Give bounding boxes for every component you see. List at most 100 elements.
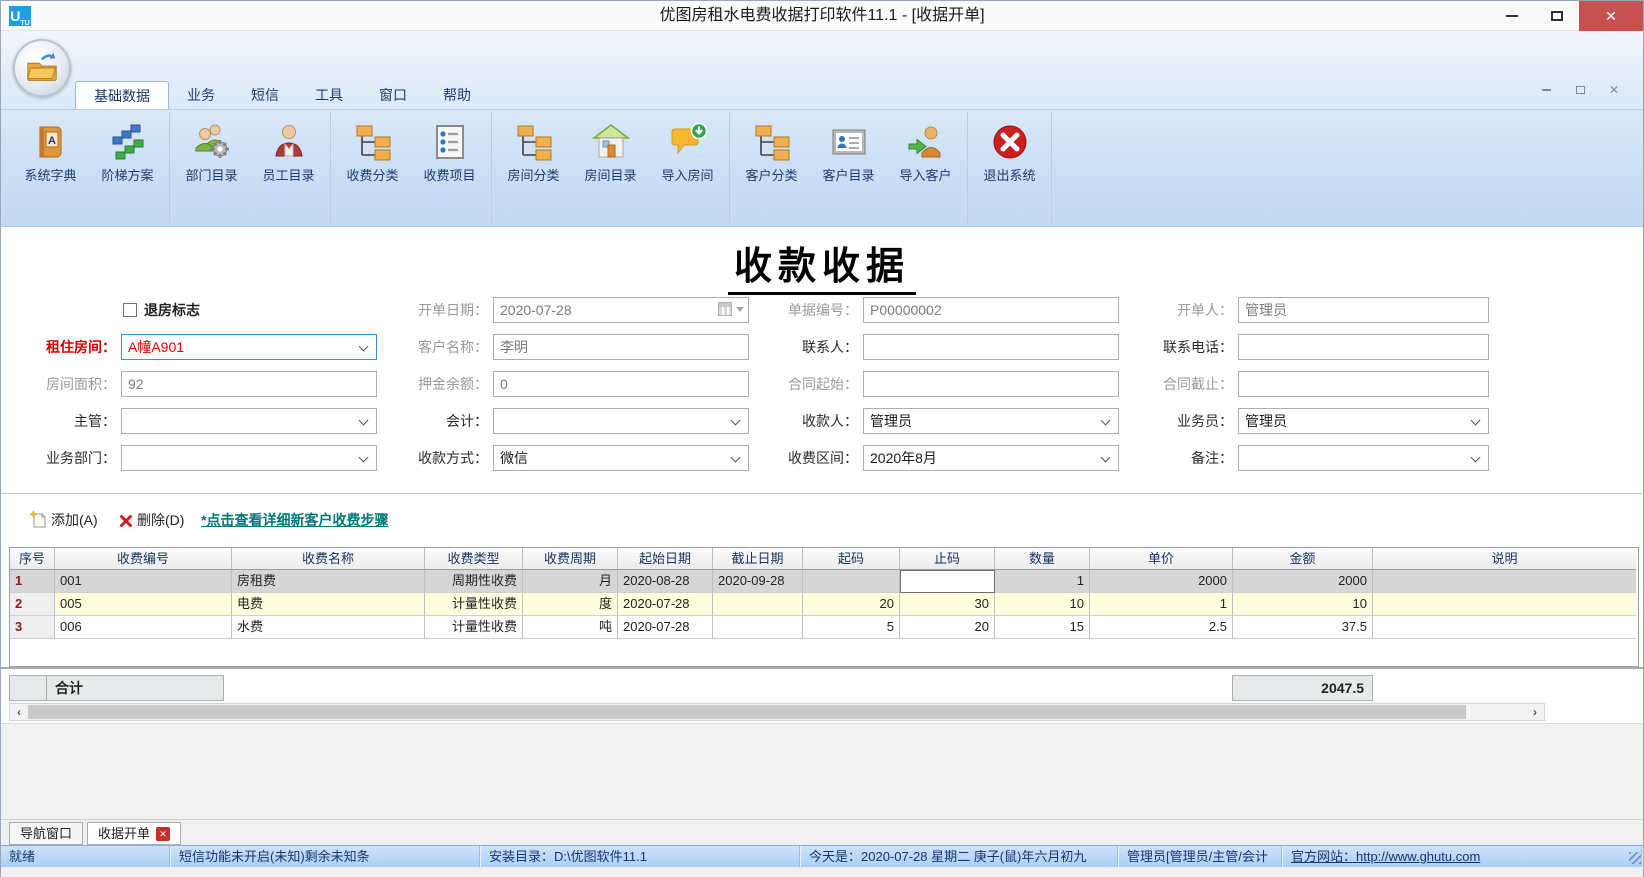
col-header[interactable]: 数量 — [995, 548, 1090, 570]
tab-business[interactable]: 业务 — [169, 81, 233, 109]
mdi-close-button[interactable]: ✕ — [1605, 83, 1623, 97]
fee-category-button[interactable]: 收费分类 — [334, 112, 411, 224]
checkbox-icon — [123, 303, 137, 317]
contract-start-input[interactable] — [863, 371, 1119, 397]
file-orb-button[interactable] — [13, 39, 71, 97]
grid-row-2[interactable]: 2 005 电费 计量性收费 度 2020-07-28 20 30 10 1 1… — [10, 593, 1638, 616]
operator-input[interactable]: 管理员 — [1238, 297, 1489, 323]
orgchart-icon — [356, 125, 390, 161]
col-header[interactable]: 截止日期 — [713, 548, 803, 570]
mdi-restore-button[interactable] — [1571, 83, 1589, 97]
delete-row-button[interactable]: 删除(D) — [119, 508, 184, 532]
col-header[interactable]: 单价 — [1090, 548, 1233, 570]
dept-combobox[interactable] — [121, 445, 377, 471]
svg-text:A: A — [48, 135, 56, 147]
maximize-button[interactable] — [1534, 1, 1579, 31]
grid-header-row: 序号 收费编号 收费名称 收费类型 收费周期 起始日期 截止日期 起码 止码 数… — [10, 548, 1638, 570]
deposit-input[interactable]: 0 — [493, 371, 749, 397]
scroll-right-arrow-icon[interactable]: › — [1526, 704, 1544, 720]
col-header[interactable]: 金额 — [1233, 548, 1373, 570]
customer-directory-button[interactable]: 客户目录 — [810, 112, 887, 224]
tab-close-icon[interactable]: ✕ — [156, 827, 171, 841]
salesman-combobox[interactable]: 管理员 — [1238, 408, 1489, 434]
col-header[interactable]: 说明 — [1373, 548, 1636, 570]
room-combobox[interactable]: A幢A901 — [121, 334, 377, 360]
remark-combobox[interactable] — [1238, 445, 1489, 471]
col-header[interactable]: 收费类型 — [425, 548, 523, 570]
tab-navigation-window[interactable]: 导航窗口 — [9, 822, 84, 845]
fee-grid: 序号 收费编号 收费名称 收费类型 收费周期 起始日期 截止日期 起码 止码 数… — [9, 547, 1639, 667]
new-customer-steps-link[interactable]: *点击查看详细新客户收费步骤 — [201, 508, 388, 532]
payee-label: 收款人： — [802, 413, 858, 429]
open-date-picker[interactable]: 2020-07-28 — [493, 297, 749, 323]
col-header[interactable]: 序号 — [10, 548, 55, 570]
department-users-icon — [195, 124, 229, 158]
house-icon — [591, 123, 630, 158]
col-header[interactable]: 起码 — [803, 548, 900, 570]
status-website-link[interactable]: 官方网站：http://www.ghutu.com — [1283, 846, 1643, 868]
close-button[interactable]: ✕ — [1579, 1, 1643, 31]
receipt-no-input[interactable]: P00000002 — [863, 297, 1119, 323]
phone-input[interactable] — [1238, 334, 1489, 360]
tab-receipt-billing[interactable]: 收据开单 ✕ — [87, 822, 182, 845]
active-edit-cell[interactable] — [900, 570, 995, 593]
add-page-icon — [29, 510, 46, 528]
customer-input[interactable]: 李明 — [493, 334, 749, 360]
room-category-button[interactable]: 房间分类 — [495, 112, 572, 224]
contact-input[interactable] — [863, 334, 1119, 360]
orgchart-icon — [517, 125, 551, 161]
payee-combobox[interactable]: 管理员 — [863, 408, 1119, 434]
maximize-icon — [1550, 11, 1563, 21]
import-room-button[interactable]: 导入房间 — [649, 112, 726, 224]
fee-period-combobox[interactable]: 2020年8月 — [863, 445, 1119, 471]
horizontal-scrollbar[interactable]: ‹ › — [9, 703, 1545, 721]
mdi-minimize-button[interactable] — [1537, 83, 1555, 97]
col-header[interactable]: 收费周期 — [523, 548, 618, 570]
grid-row-3[interactable]: 3 006 水费 计量性收费 吨 2020-07-28 5 20 15 2.5 … — [10, 616, 1638, 639]
receipt-form: 收款收据 退房标志 开单日期： 2020-07-28 单据编号： P000000… — [1, 227, 1643, 493]
total-row-header-cell — [9, 675, 47, 701]
supervisor-combobox[interactable] — [121, 408, 377, 434]
window-title: 优图房租水电费收据打印软件11.1 - [收据开单] — [659, 7, 985, 24]
contract-end-input[interactable] — [1238, 371, 1489, 397]
tier-plan-button[interactable]: 阶梯方案 — [89, 112, 166, 224]
scroll-left-arrow-icon[interactable]: ‹ — [10, 704, 28, 720]
exit-system-button[interactable]: 退出系统 — [971, 112, 1048, 224]
accountant-label: 会计： — [446, 413, 488, 429]
checkout-flag-checkbox[interactable]: 退房标志 — [123, 297, 200, 323]
tab-basic-data[interactable]: 基础数据 — [75, 81, 169, 109]
grid-footer: 合计 2047.5 — [1, 667, 1643, 703]
delete-x-icon — [120, 515, 132, 527]
total-label: 合计 — [46, 675, 224, 701]
resize-grip-icon[interactable] — [1629, 852, 1641, 864]
col-header[interactable]: 止码 — [900, 548, 995, 570]
pay-method-combobox[interactable]: 微信 — [493, 445, 749, 471]
tab-sms[interactable]: 短信 — [233, 81, 297, 109]
employee-person-icon — [274, 125, 303, 157]
system-dictionary-button[interactable]: A 系统字典 — [12, 112, 89, 224]
chevron-down-icon — [1100, 452, 1111, 463]
col-header[interactable]: 收费名称 — [232, 548, 425, 570]
scrollbar-thumb[interactable] — [28, 705, 1466, 719]
contract-start-label: 合同起始： — [788, 376, 858, 392]
contract-end-label: 合同截止： — [1163, 376, 1233, 392]
area-input[interactable]: 92 — [121, 371, 377, 397]
tab-tools[interactable]: 工具 — [297, 81, 361, 109]
col-header[interactable]: 起始日期 — [618, 548, 713, 570]
tab-window[interactable]: 窗口 — [361, 81, 425, 109]
room-directory-button[interactable]: 房间目录 — [572, 112, 649, 224]
area-label: 房间面积： — [46, 376, 116, 392]
import-customer-button[interactable]: 导入客户 — [887, 112, 964, 224]
department-directory-button[interactable]: 部门目录 — [173, 112, 250, 224]
customer-category-button[interactable]: 客户分类 — [733, 112, 810, 224]
dropdown-arrow-icon — [736, 306, 744, 312]
add-row-button[interactable]: 添加(A) — [29, 508, 98, 532]
minimize-button[interactable] — [1489, 1, 1534, 31]
fee-items-button[interactable]: 收费项目 — [411, 112, 488, 224]
accountant-combobox[interactable] — [493, 408, 749, 434]
employee-directory-button[interactable]: 员工目录 — [250, 112, 327, 224]
tab-help[interactable]: 帮助 — [425, 81, 489, 109]
grid-row-1-selected[interactable]: 1 001 房租费 周期性收费 月 2020-08-28 2020-09-28 … — [10, 570, 1638, 593]
col-header[interactable]: 收费编号 — [55, 548, 232, 570]
receipt-no-label: 单据编号： — [788, 302, 858, 318]
